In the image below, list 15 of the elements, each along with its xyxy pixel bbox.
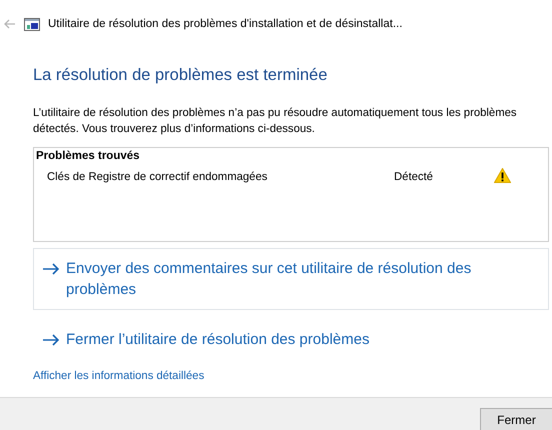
arrow-icon xyxy=(42,263,60,275)
arrow-icon xyxy=(42,334,60,346)
window-title: Utilitaire de résolution des problèmes d'installation et de désinstallat... xyxy=(48,18,402,30)
problems-title: Problèmes trouvés xyxy=(36,150,141,162)
back-arrow-icon[interactable] xyxy=(4,19,16,29)
problem-name: Clés de Registre de correctif endommagées xyxy=(46,171,268,183)
problem-status: Détecté xyxy=(394,171,434,183)
result-heading: La résolution de problèmes est terminée xyxy=(33,66,328,85)
action-link[interactable]: Envoyer des commentaires sur cet utilitaire de résolution des problèmes xyxy=(33,248,549,310)
action-link[interactable]: Fermer l’utilitaire de résolution des problèmes xyxy=(33,322,549,357)
warning-icon xyxy=(494,168,511,183)
result-message: L’utilitaire de résolution des problèmes n’a pas pu résoudre automatiquement tous les problèmes détectés. Vous trouverez plus d’informations ci-dessous. xyxy=(33,106,518,137)
details-link[interactable]: Afficher les informations détaillées xyxy=(33,370,204,382)
app-window-icon xyxy=(24,18,40,30)
close-button[interactable]: Fermer xyxy=(480,408,552,430)
